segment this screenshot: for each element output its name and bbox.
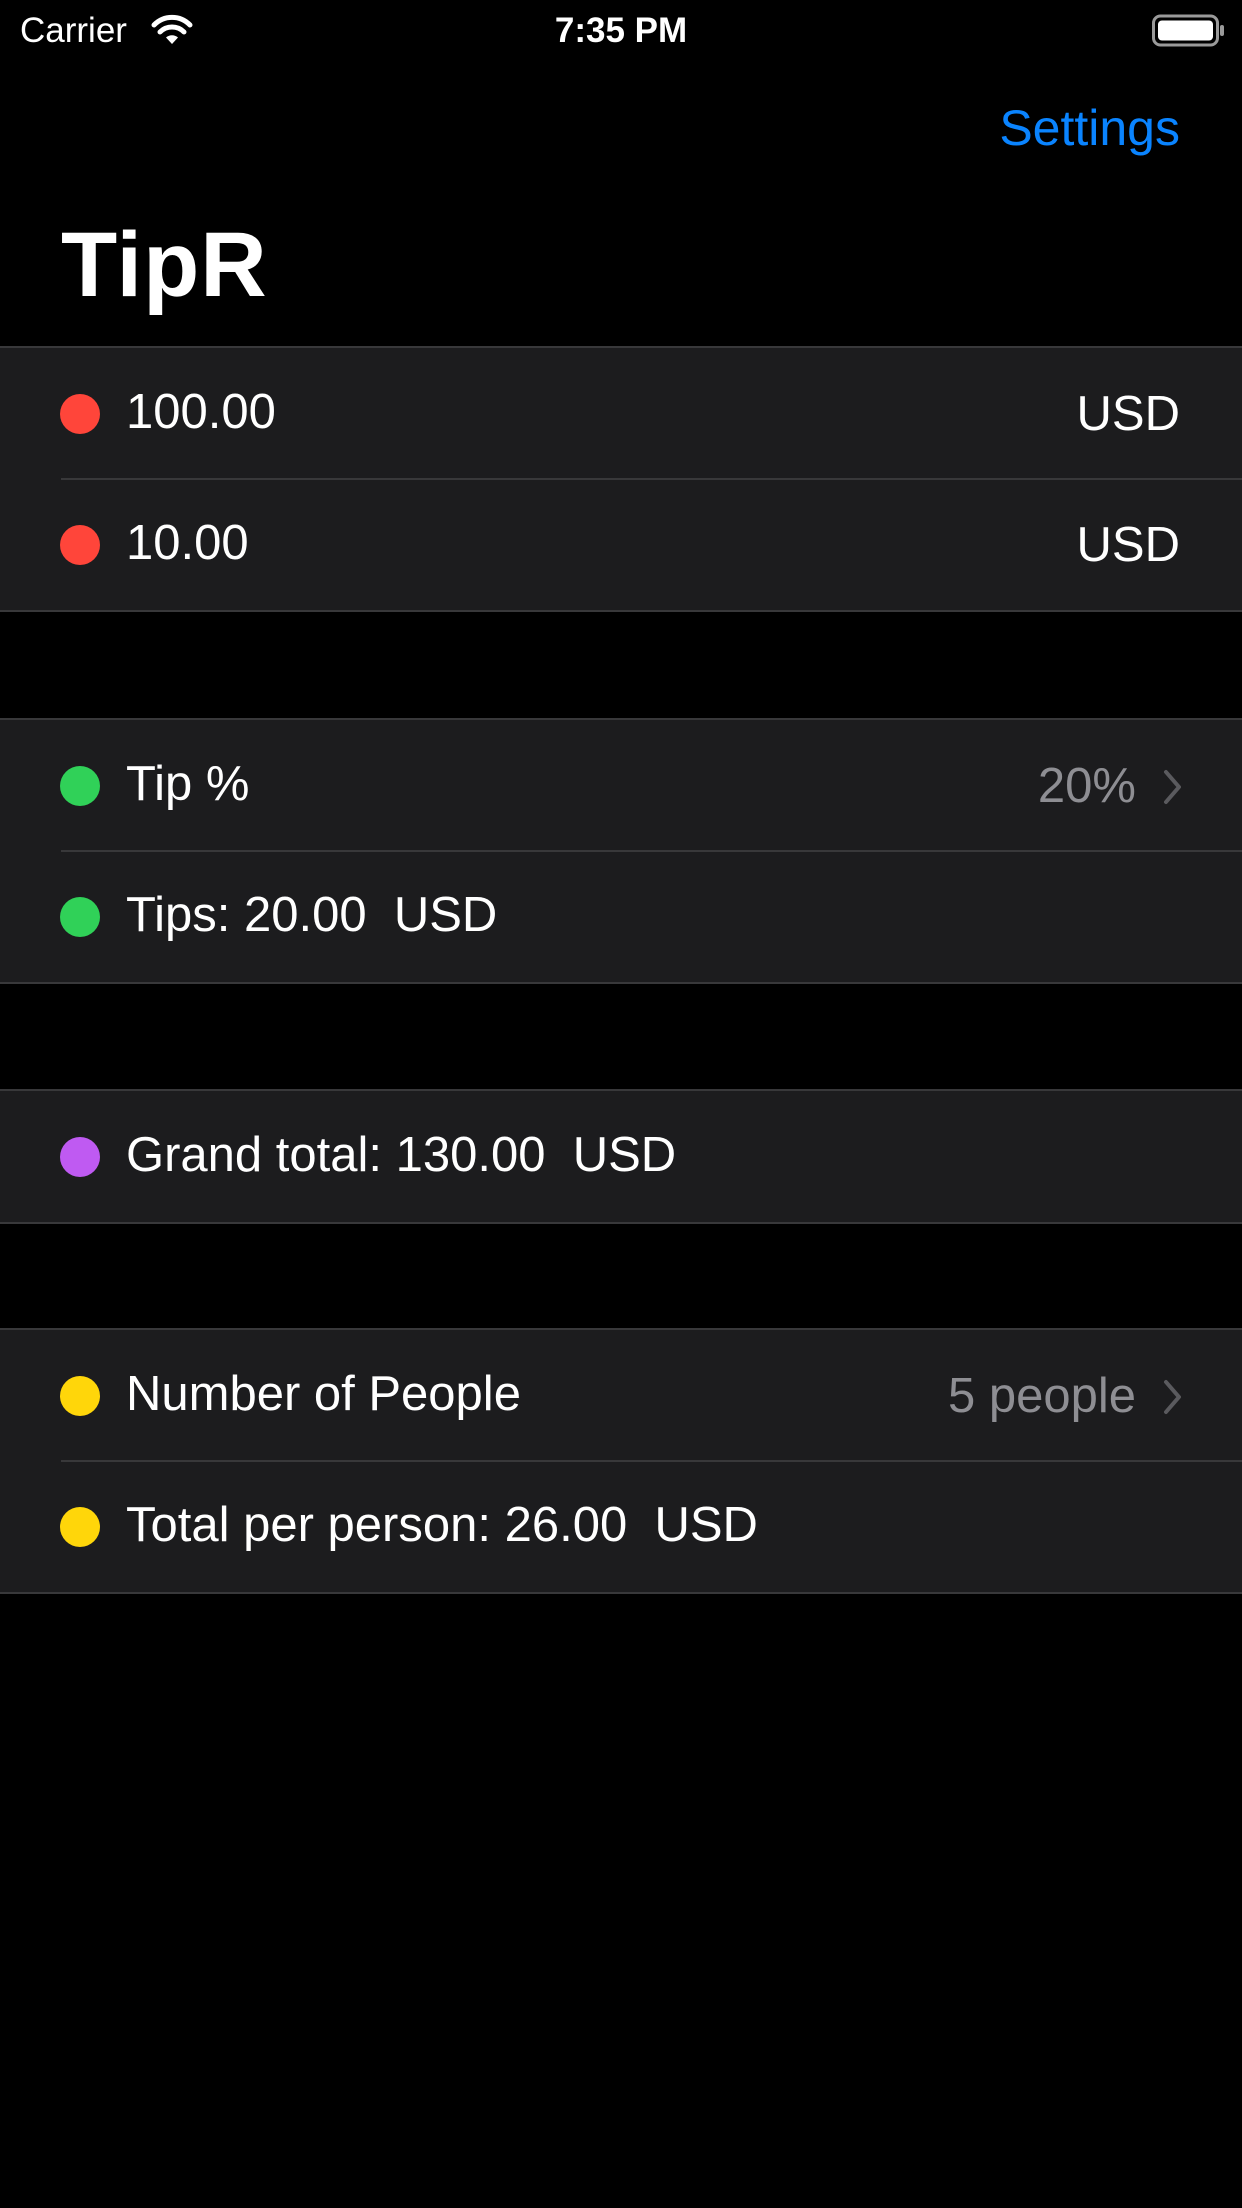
tip-percent-value: 20% bbox=[1037, 759, 1136, 813]
status-bar: Carrier 7:35 PM bbox=[0, 0, 1242, 62]
tips-amount-row: Tips: 20.00 USD bbox=[0, 850, 1242, 982]
number-of-people-label: Number of People bbox=[126, 1367, 521, 1421]
tip-percent-label: Tip % bbox=[126, 757, 250, 811]
tax-amount-currency: USD bbox=[1076, 518, 1180, 572]
settings-button[interactable]: Settings bbox=[999, 98, 1180, 158]
number-of-people-row[interactable]: Number of People 5 people bbox=[0, 1330, 1242, 1461]
tip-section: Tip % 20% Tips: 20.00 USD bbox=[0, 718, 1242, 984]
total-per-person-text: Total per person: 26.00 USD bbox=[126, 1498, 758, 1552]
bill-amount-row[interactable]: USD bbox=[0, 348, 1242, 479]
total-section: Grand total: 130.00 USD bbox=[0, 1089, 1242, 1224]
status-time: 7:35 PM bbox=[554, 11, 688, 50]
bill-amount-dot bbox=[60, 394, 100, 434]
tax-amount-input[interactable] bbox=[126, 513, 926, 573]
people-section: Number of People 5 people Total per pers… bbox=[0, 1328, 1242, 1594]
grand-total-text: Grand total: 130.00 USD bbox=[126, 1128, 677, 1182]
bill-amount-input[interactable] bbox=[126, 382, 926, 442]
page-title: TipR bbox=[61, 214, 268, 316]
bill-section: USD USD bbox=[0, 346, 1242, 612]
number-of-people-dot bbox=[60, 1376, 100, 1416]
chevron-right-icon bbox=[1164, 1380, 1181, 1414]
bill-amount-currency: USD bbox=[1076, 387, 1180, 441]
tips-amount-dot bbox=[60, 897, 100, 937]
tip-percent-row[interactable]: Tip % 20% bbox=[0, 720, 1242, 851]
battery-icon bbox=[1152, 14, 1224, 47]
tips-amount-text: Tips: 20.00 USD bbox=[126, 888, 498, 942]
tip-percent-dot bbox=[60, 766, 100, 806]
grand-total-dot bbox=[60, 1137, 100, 1177]
tax-amount-row[interactable]: USD bbox=[0, 478, 1242, 610]
grand-total-row: Grand total: 130.00 USD bbox=[0, 1091, 1242, 1222]
total-per-person-row: Total per person: 26.00 USD bbox=[0, 1460, 1242, 1592]
tax-amount-dot bbox=[60, 525, 100, 565]
chevron-right-icon bbox=[1164, 770, 1181, 804]
number-of-people-value: 5 people bbox=[947, 1369, 1136, 1423]
total-per-person-dot bbox=[60, 1507, 100, 1547]
